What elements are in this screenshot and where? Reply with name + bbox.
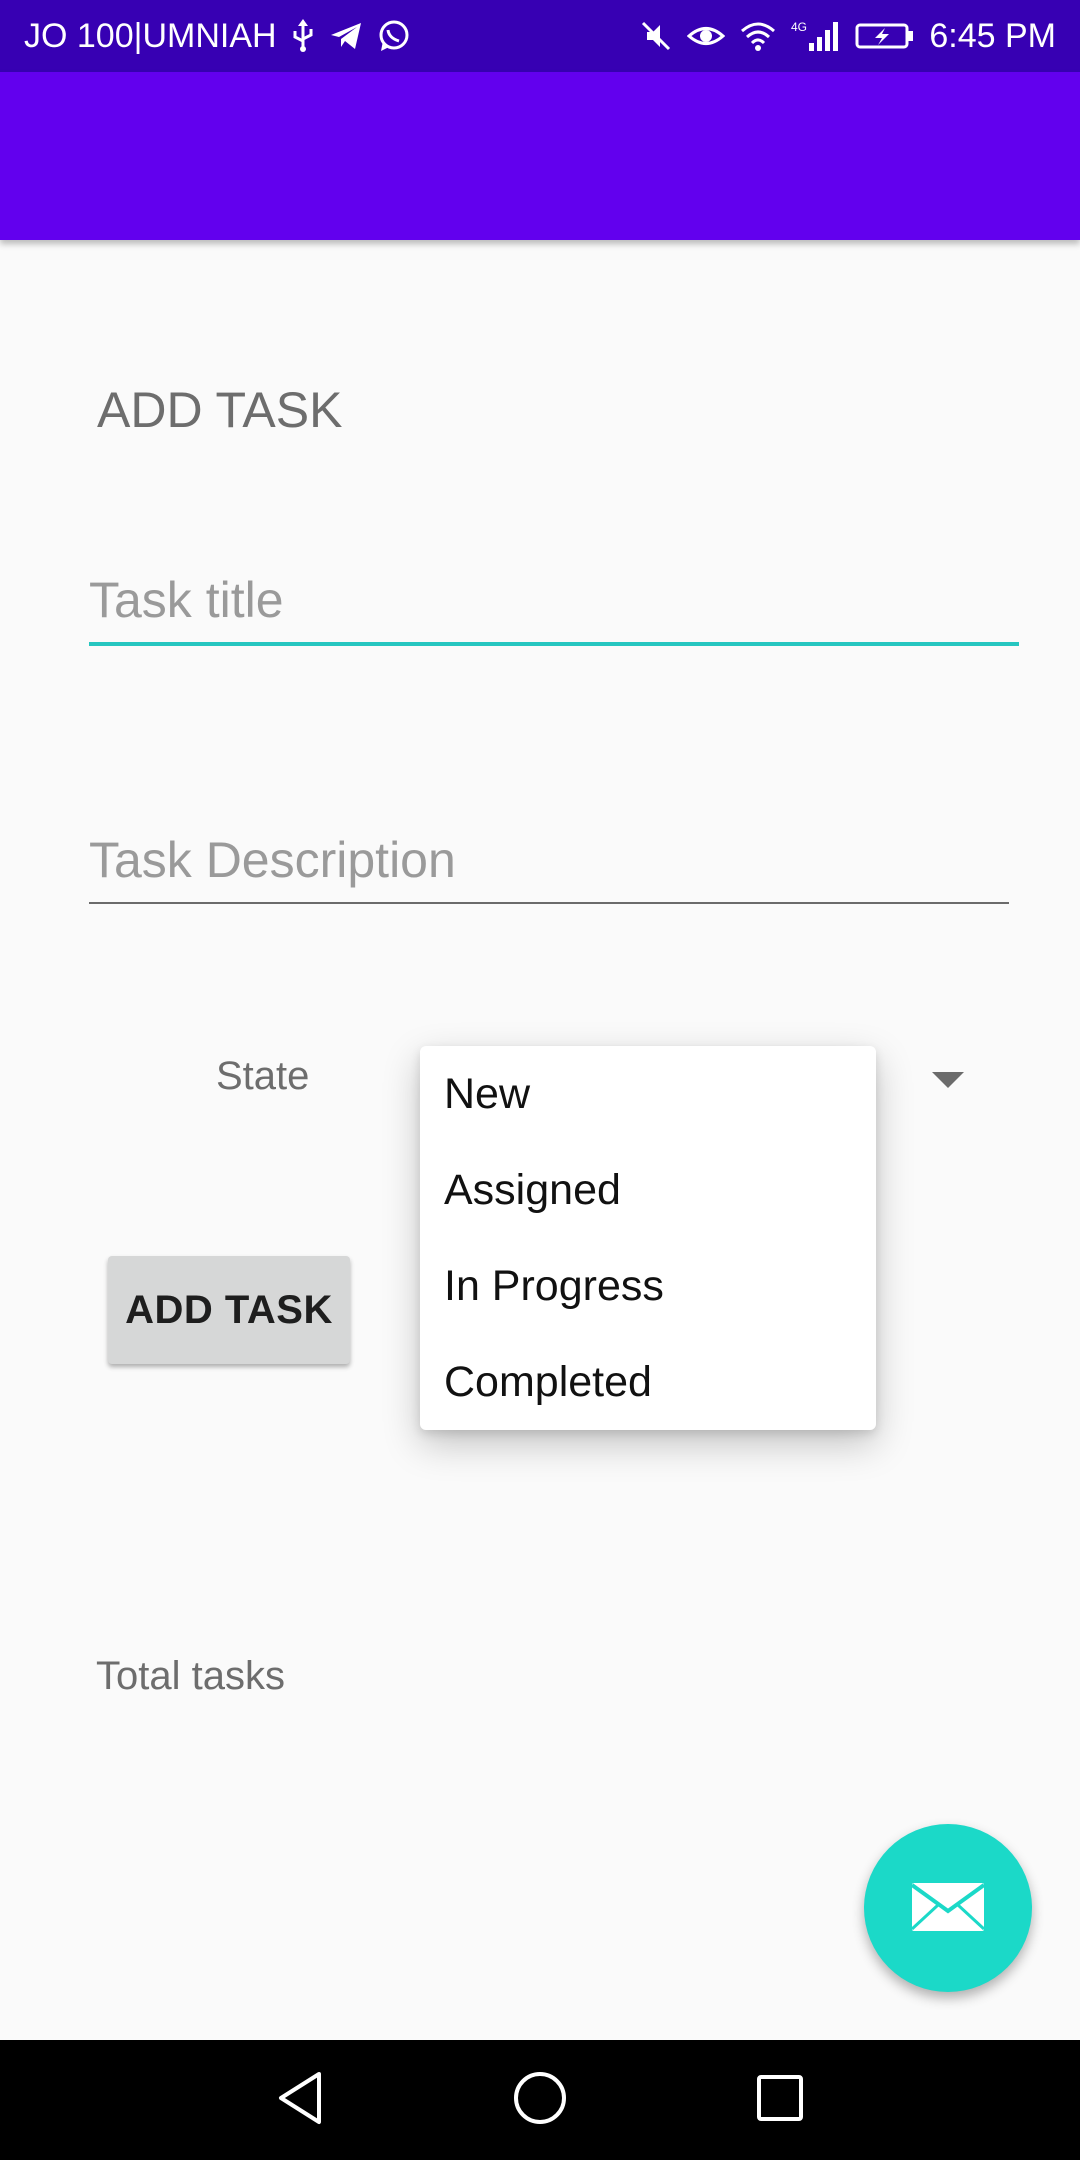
recents-button[interactable] (740, 2060, 820, 2140)
status-left: JO 100|UMNIAH (24, 0, 411, 72)
eye-icon (687, 21, 726, 51)
status-right: 4G 6:45 PM (639, 0, 1056, 72)
email-fab-button[interactable] (864, 1824, 1032, 1992)
dropdown-option-assigned[interactable]: Assigned (444, 1142, 864, 1238)
signal-icon: 4G (791, 19, 841, 53)
carrier-name: JO 100|UMNIAH (24, 16, 277, 55)
dropdown-option-new[interactable]: New (444, 1046, 864, 1142)
dropdown-option-completed[interactable]: Completed (444, 1334, 864, 1430)
status-time: 6:45 PM (929, 16, 1056, 55)
wifi-icon (739, 21, 777, 51)
back-icon (275, 2070, 325, 2131)
page-title: ADD TASK (97, 382, 343, 438)
dropdown-option-in-progress[interactable]: In Progress (444, 1238, 864, 1334)
dropdown-arrow-icon[interactable] (932, 1072, 964, 1088)
status-bar: JO 100|UMNIAH 4G 6:45 PM (0, 0, 1080, 72)
app-bar (0, 72, 1080, 240)
telegram-icon (329, 21, 363, 51)
back-button[interactable] (260, 2060, 340, 2140)
total-tasks-label: Total tasks (96, 1654, 285, 1698)
navigation-bar (0, 2040, 1080, 2160)
task-title-input[interactable] (89, 570, 1019, 646)
whatsapp-icon (377, 19, 411, 53)
home-button[interactable] (500, 2060, 580, 2140)
state-label: State (216, 1054, 310, 1098)
network-type: 4G (791, 20, 807, 34)
recents-icon (755, 2073, 805, 2128)
task-description-input[interactable] (89, 830, 1009, 904)
battery-icon (855, 21, 915, 51)
usb-icon (291, 19, 315, 53)
mute-icon (639, 19, 673, 53)
email-icon (910, 1881, 986, 1936)
home-icon (512, 2070, 568, 2131)
add-task-button[interactable]: ADD TASK (108, 1256, 350, 1364)
state-dropdown-menu: New Assigned In Progress Completed (420, 1046, 876, 1430)
